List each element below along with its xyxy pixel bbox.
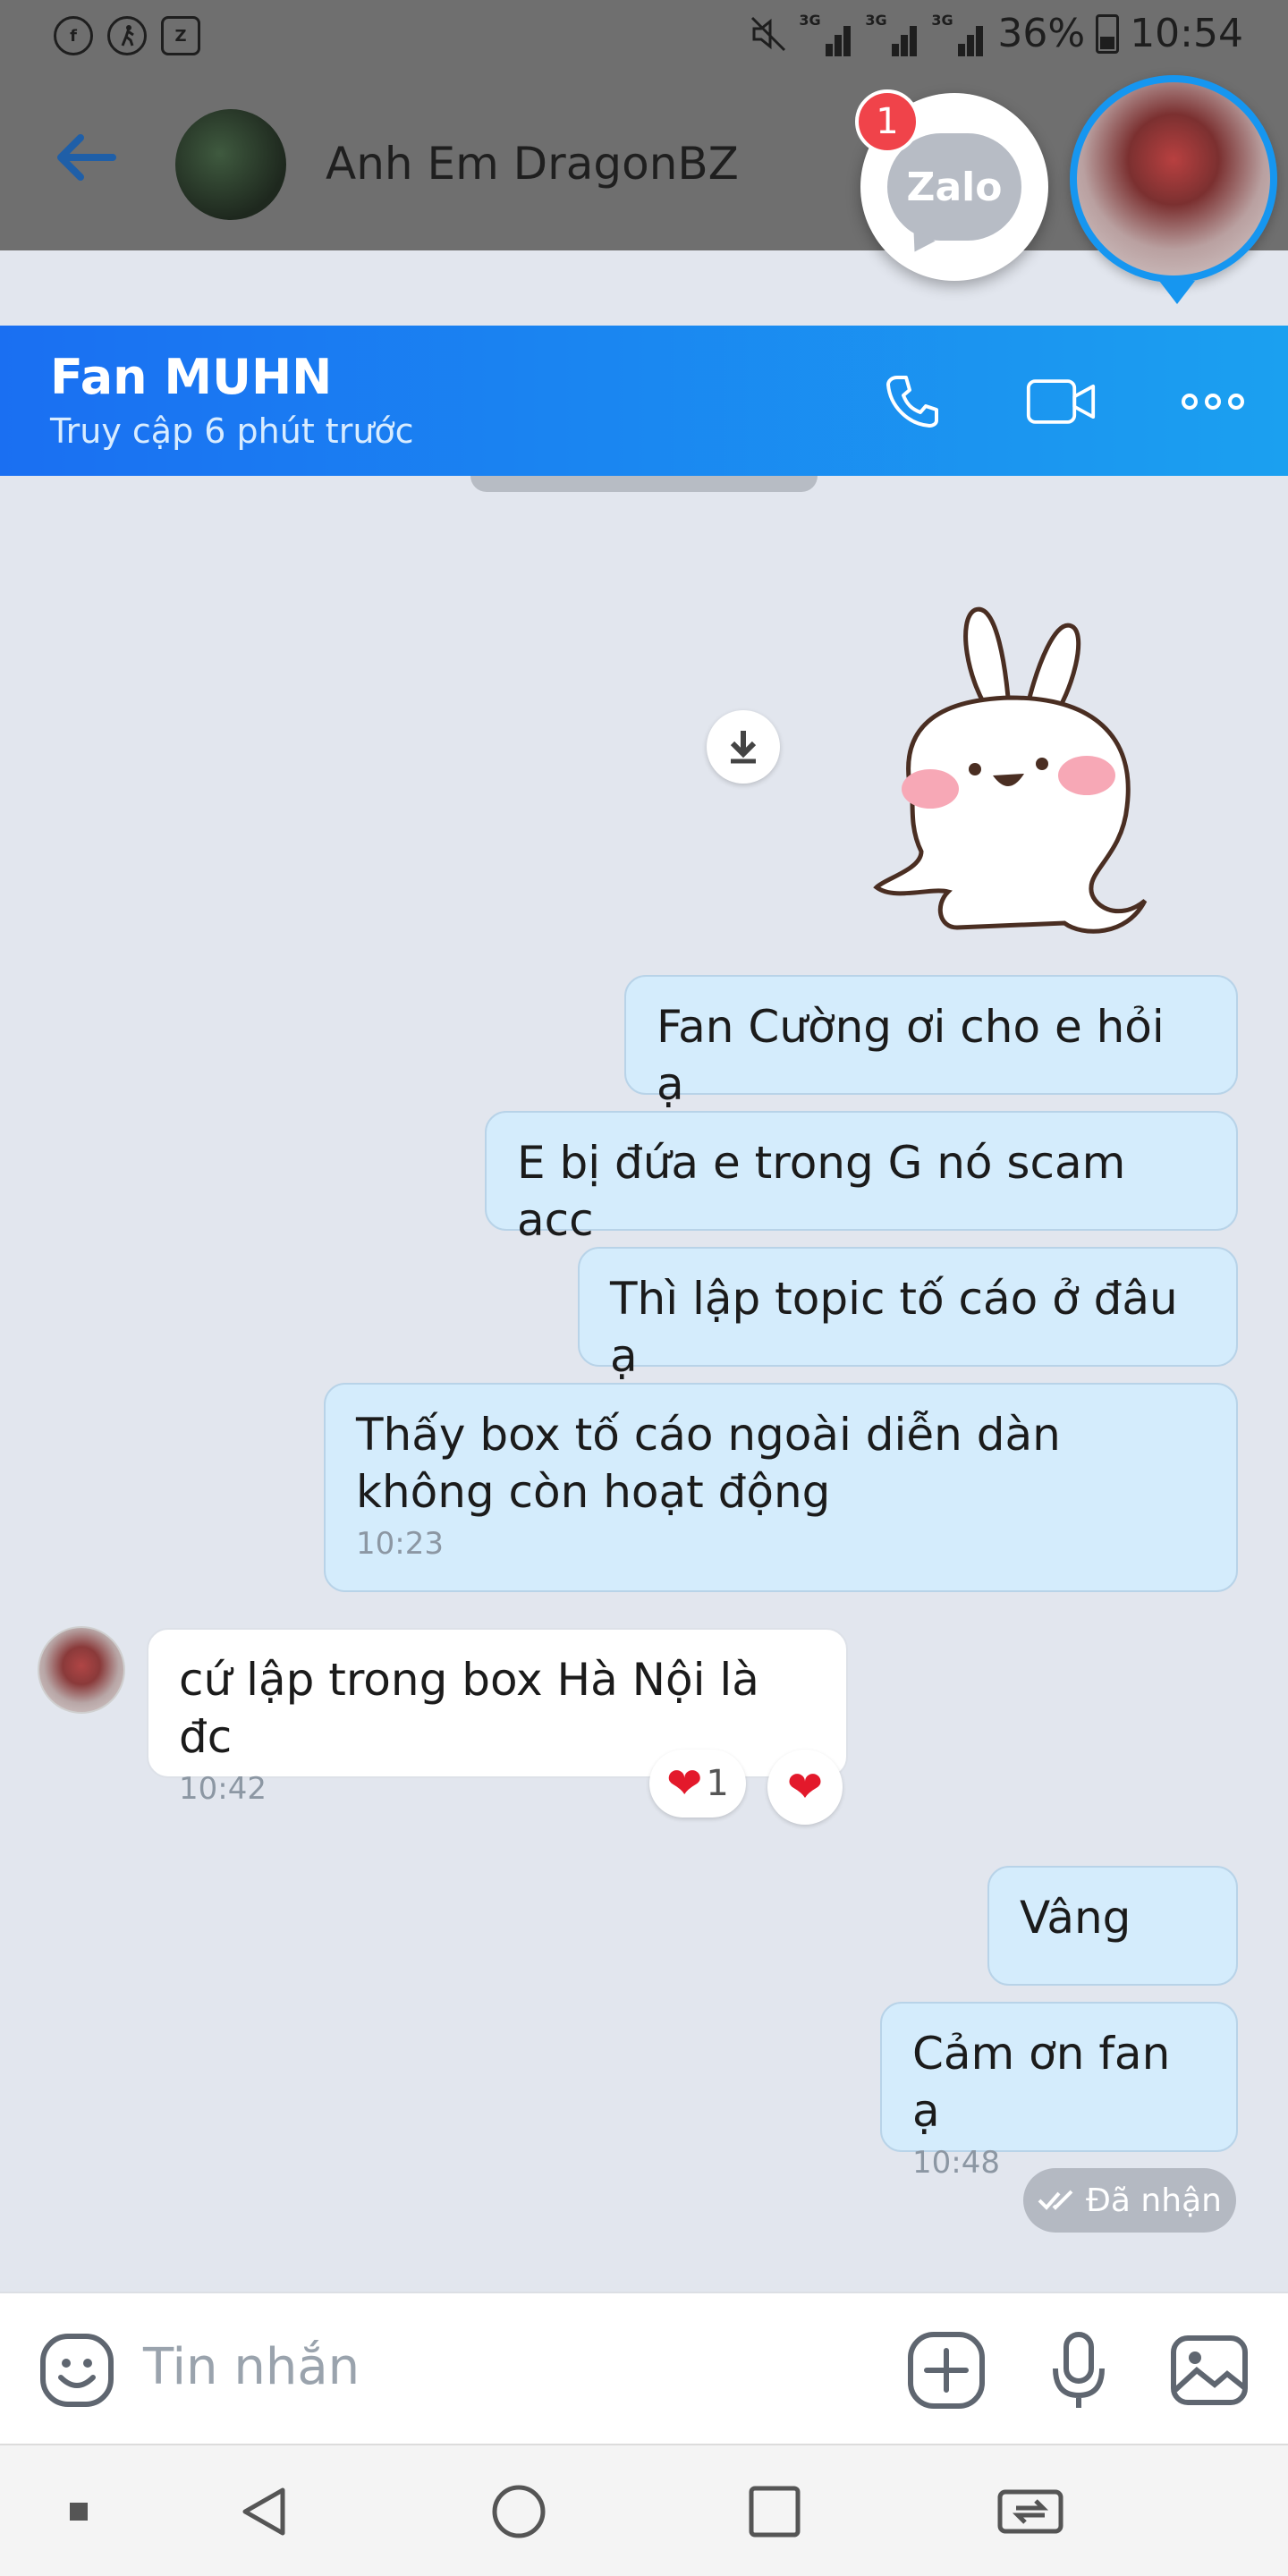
message-text: Thấy box tố cáo ngoài diễn dàn không còn… xyxy=(356,1409,1061,1518)
message-list[interactable]: Fan Cường ơi cho e hỏi ạ E bị đứa e tron… xyxy=(0,476,1288,2292)
heart-icon: ❤ xyxy=(786,1762,824,1812)
chat-head-pointer xyxy=(1159,281,1195,304)
battery-icon xyxy=(1096,13,1120,54)
mute-icon xyxy=(751,16,786,51)
download-sticker-button[interactable] xyxy=(707,710,780,784)
phone-icon xyxy=(886,376,938,428)
network-type-label: 3G xyxy=(799,11,821,29)
contact-name[interactable]: Fan MUHN xyxy=(50,349,332,405)
system-navigation-bar xyxy=(0,2444,1288,2576)
outgoing-message[interactable]: Cảm ơn fan ạ 10:48 xyxy=(880,2002,1238,2181)
activity-icon xyxy=(107,16,147,55)
video-camera-icon xyxy=(1026,379,1096,424)
outgoing-message[interactable]: E bị đứa e trong G nó scam acc xyxy=(485,1111,1238,1246)
video-call-button[interactable] xyxy=(1025,370,1097,433)
signal-icon: 3G xyxy=(799,12,854,56)
message-text: Vâng xyxy=(1020,1892,1131,1944)
group-avatar[interactable] xyxy=(175,109,286,220)
voice-call-button[interactable] xyxy=(877,370,948,433)
square-dot-icon xyxy=(70,2503,88,2521)
nav-switch-button[interactable] xyxy=(995,2476,1066,2547)
nav-extra-button[interactable] xyxy=(43,2476,114,2547)
circle-home-icon xyxy=(492,2485,546,2538)
image-picker-icon[interactable] xyxy=(1168,2329,1250,2411)
message-time: 10:23 xyxy=(356,1526,444,1562)
last-seen-status: Truy cập 6 phút trước xyxy=(50,411,414,451)
signal-icon: 3G xyxy=(931,12,987,56)
signal-icon: 3G xyxy=(865,12,920,56)
outgoing-message[interactable]: Fan Cường ơi cho e hỏi ạ xyxy=(624,975,1238,1110)
unread-badge: 1 xyxy=(855,89,919,154)
delivery-status-text: Đã nhận xyxy=(1086,2182,1222,2219)
network-type-label: 3G xyxy=(865,11,887,29)
battery-percent: 36% xyxy=(997,11,1086,56)
microphone-icon[interactable] xyxy=(1038,2329,1120,2411)
sender-avatar[interactable] xyxy=(38,1626,125,1714)
facebook-notification-icon: f xyxy=(54,16,93,55)
nav-back-button[interactable] xyxy=(229,2476,301,2547)
clock: 10:54 xyxy=(1130,11,1243,56)
zalo-notification-icon: Z xyxy=(161,16,200,55)
more-options-button[interactable] xyxy=(1177,370,1249,433)
zalo-logo-icon: Zalo xyxy=(887,133,1021,241)
outgoing-message[interactable]: Thấy box tố cáo ngoài diễn dàn không còn… xyxy=(324,1383,1238,1592)
nav-recents-button[interactable] xyxy=(739,2476,810,2547)
zalo-logo-label: Zalo xyxy=(906,164,1003,210)
incoming-message[interactable]: cứ lập trong box Hà Nội là đc 10:42 xyxy=(147,1628,848,1807)
back-arrow-icon[interactable] xyxy=(50,131,122,184)
message-input[interactable]: Tin nhắn xyxy=(143,2338,360,2396)
status-bar-notifications: f Z xyxy=(54,16,200,55)
chat-popup-header: Fan MUHN Truy cập 6 phút trước xyxy=(0,326,1288,476)
reaction-count: 1 xyxy=(706,1763,729,1804)
outgoing-message[interactable]: Thì lập topic tố cáo ở đâu ạ xyxy=(578,1247,1238,1382)
active-chat-head-avatar[interactable] xyxy=(1070,75,1277,283)
network-type-label: 3G xyxy=(931,11,953,29)
date-separator xyxy=(470,476,818,492)
message-text: Thì lập topic tố cáo ở đâu ạ xyxy=(610,1273,1178,1382)
react-heart-button[interactable]: ❤ xyxy=(767,1750,843,1825)
nav-home-button[interactable] xyxy=(483,2476,555,2547)
message-text: Fan Cường ơi cho e hỏi ạ xyxy=(657,1001,1165,1110)
outgoing-message[interactable]: Vâng xyxy=(987,1866,1238,1986)
message-text: cứ lập trong box Hà Nội là đc xyxy=(179,1654,759,1763)
add-attachment-icon[interactable] xyxy=(905,2329,987,2411)
square-recents-icon xyxy=(749,2486,801,2538)
emoji-icon[interactable] xyxy=(39,2333,114,2408)
more-dots-icon xyxy=(1182,394,1244,410)
triangle-back-icon xyxy=(242,2487,285,2536)
background-chat-title[interactable]: Anh Em DragonBZ xyxy=(326,138,739,190)
status-bar-indicators: 3G 3G 3G 36% 10:54 xyxy=(749,11,1243,56)
download-icon xyxy=(730,731,757,764)
delivery-status-badge: Đã nhận xyxy=(1023,2168,1236,2233)
message-text: Cảm ơn fan ạ xyxy=(912,2028,1171,2137)
message-composer: Tin nhắn xyxy=(0,2292,1288,2444)
reaction-summary[interactable]: ❤ 1 xyxy=(649,1750,746,1818)
double-check-icon xyxy=(1038,2190,1073,2210)
screen-switch-icon xyxy=(997,2489,1063,2534)
heart-icon: ❤ xyxy=(666,1758,703,1809)
message-text: E bị đứa e trong G nó scam acc xyxy=(517,1137,1126,1246)
bunny-sticker[interactable] xyxy=(859,583,1163,941)
status-bar: f Z 3G 3G 3G 36% 10:54 xyxy=(0,0,1288,75)
